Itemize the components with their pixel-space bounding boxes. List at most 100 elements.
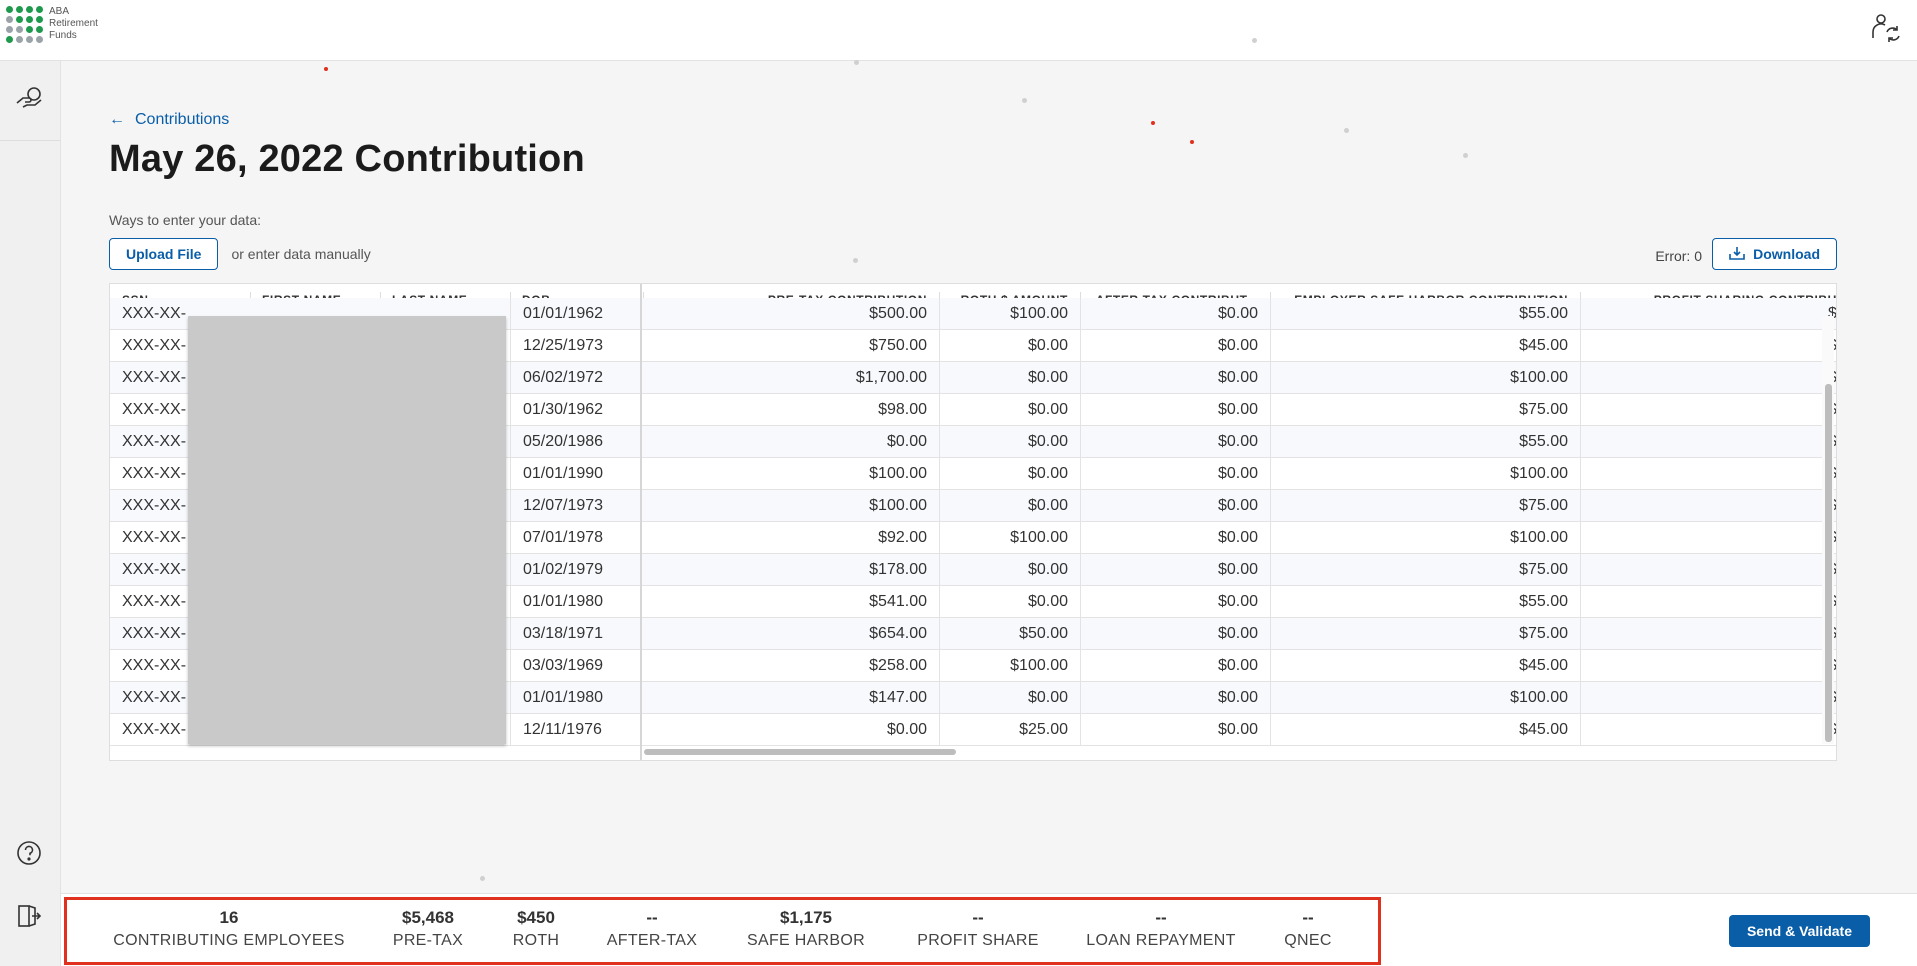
table-cell[interactable]: $100.00: [643, 458, 939, 490]
table-cell[interactable]: $0.00: [643, 714, 939, 746]
table-cell[interactable]: $75.00: [1270, 394, 1580, 426]
table-cell[interactable]: $0.00: [939, 490, 1080, 522]
table-cell[interactable]: 01/01/1962: [510, 298, 630, 330]
table-cell[interactable]: $0.00: [643, 426, 939, 458]
table-cell[interactable]: $45.00: [1270, 714, 1580, 746]
table-cell[interactable]: $0.00: [1580, 714, 1836, 746]
table-cell[interactable]: $100.00: [1270, 682, 1580, 714]
table-cell[interactable]: $541.00: [643, 586, 939, 618]
table-cell[interactable]: $0.00: [1580, 618, 1836, 650]
table-cell[interactable]: $0.00: [939, 394, 1080, 426]
table-cell[interactable]: $75.00: [1270, 554, 1580, 586]
aba-logo[interactable]: ABA Retirement Funds: [6, 6, 98, 43]
table-cell[interactable]: $0.00: [1080, 362, 1270, 394]
table-cell[interactable]: $100.00: [939, 298, 1080, 330]
table-cell[interactable]: $0.00: [1580, 362, 1836, 394]
table-cell[interactable]: $0.00: [1080, 394, 1270, 426]
table-cell[interactable]: $0.00: [1080, 554, 1270, 586]
table-cell[interactable]: $0.00: [939, 682, 1080, 714]
table-cell[interactable]: $0.00: [1580, 298, 1836, 330]
table-cell[interactable]: $100.00: [939, 522, 1080, 554]
table-cell[interactable]: 03/18/1971: [510, 618, 630, 650]
table-cell[interactable]: $0.00: [939, 586, 1080, 618]
logout-button[interactable]: [13, 902, 45, 934]
table-cell[interactable]: $0.00: [1580, 330, 1836, 362]
table-cell[interactable]: $75.00: [1270, 490, 1580, 522]
table-cell[interactable]: $178.00: [643, 554, 939, 586]
table-cell[interactable]: $147.00: [643, 682, 939, 714]
table-cell[interactable]: $55.00: [1270, 298, 1580, 330]
table-cell[interactable]: $0.00: [1580, 586, 1836, 618]
table-cell[interactable]: $75.00: [1270, 618, 1580, 650]
table-cell[interactable]: $0.00: [1580, 650, 1836, 682]
vertical-scrollbar[interactable]: [1822, 316, 1834, 744]
table-cell[interactable]: $0.00: [1580, 522, 1836, 554]
table-cell[interactable]: $0.00: [1080, 714, 1270, 746]
artifact-dot: [1190, 140, 1194, 144]
table-cell[interactable]: $500.00: [643, 298, 939, 330]
back-to-contributions-link[interactable]: ← Contributions: [109, 108, 1837, 132]
table-cell[interactable]: $25.00: [939, 714, 1080, 746]
table-cell[interactable]: 01/02/1979: [510, 554, 630, 586]
table-cell[interactable]: 05/20/1986: [510, 426, 630, 458]
horizontal-scroll-thumb[interactable]: [644, 749, 956, 755]
table-cell[interactable]: $258.00: [643, 650, 939, 682]
table-cell[interactable]: 01/30/1962: [510, 394, 630, 426]
table-cell[interactable]: $0.00: [1080, 682, 1270, 714]
upload-file-button[interactable]: Upload File: [109, 238, 219, 270]
table-cell[interactable]: $0.00: [1580, 554, 1836, 586]
table-cell[interactable]: 12/11/1976: [510, 714, 630, 746]
table-cell[interactable]: $45.00: [1270, 650, 1580, 682]
table-cell[interactable]: $750.00: [643, 330, 939, 362]
table-cell[interactable]: $0.00: [1080, 426, 1270, 458]
horizontal-scrollbar[interactable]: [644, 746, 1836, 758]
table-cell[interactable]: $0.00: [939, 362, 1080, 394]
table-cell[interactable]: $0.00: [1080, 458, 1270, 490]
table-cell[interactable]: $100.00: [1270, 362, 1580, 394]
table-cell[interactable]: $0.00: [939, 426, 1080, 458]
table-cell[interactable]: $0.00: [1080, 618, 1270, 650]
table-cell[interactable]: $0.00: [1080, 650, 1270, 682]
table-cell[interactable]: $0.00: [1080, 586, 1270, 618]
table-cell[interactable]: 01/01/1990: [510, 458, 630, 490]
redacted-names: [188, 316, 506, 744]
table-cell[interactable]: $0.00: [1080, 490, 1270, 522]
download-button[interactable]: Download: [1712, 238, 1837, 270]
table-cell[interactable]: $0.00: [1580, 394, 1836, 426]
table-cell[interactable]: $654.00: [643, 618, 939, 650]
table-cell[interactable]: 12/25/1973: [510, 330, 630, 362]
table-cell[interactable]: $55.00: [1270, 426, 1580, 458]
table-cell[interactable]: $55.00: [1270, 586, 1580, 618]
table-cell[interactable]: $1,700.00: [643, 362, 939, 394]
table-cell[interactable]: 12/07/1973: [510, 490, 630, 522]
send-validate-button[interactable]: Send & Validate: [1728, 915, 1870, 947]
table-cell[interactable]: 01/01/1980: [510, 586, 630, 618]
profile-switch-icon[interactable]: [1869, 12, 1903, 46]
table-cell[interactable]: $0.00: [1580, 490, 1836, 522]
sidebar-item-contributions[interactable]: [0, 61, 60, 141]
table-cell[interactable]: 07/01/1978: [510, 522, 630, 554]
table-cell[interactable]: $50.00: [939, 618, 1080, 650]
table-cell[interactable]: 01/01/1980: [510, 682, 630, 714]
table-cell[interactable]: $100.00: [1270, 458, 1580, 490]
table-cell[interactable]: $0.00: [939, 554, 1080, 586]
table-cell[interactable]: $0.00: [1580, 426, 1836, 458]
table-cell[interactable]: $0.00: [1580, 682, 1836, 714]
table-cell[interactable]: $0.00: [1580, 458, 1836, 490]
table-cell[interactable]: $92.00: [643, 522, 939, 554]
table-cell[interactable]: $0.00: [939, 458, 1080, 490]
table-cell[interactable]: $45.00: [1270, 330, 1580, 362]
table-cell[interactable]: $98.00: [643, 394, 939, 426]
table-cell[interactable]: $0.00: [1080, 522, 1270, 554]
table-cell[interactable]: $0.00: [939, 330, 1080, 362]
table-cell[interactable]: $100.00: [643, 490, 939, 522]
help-button[interactable]: [13, 839, 45, 871]
table-cell[interactable]: $0.00: [1080, 298, 1270, 330]
vertical-scroll-thumb[interactable]: [1825, 384, 1832, 742]
logo-dot: [6, 26, 13, 33]
table-cell[interactable]: 03/03/1969: [510, 650, 630, 682]
table-cell[interactable]: $100.00: [939, 650, 1080, 682]
table-cell[interactable]: $100.00: [1270, 522, 1580, 554]
table-cell[interactable]: $0.00: [1080, 330, 1270, 362]
table-cell[interactable]: 06/02/1972: [510, 362, 630, 394]
